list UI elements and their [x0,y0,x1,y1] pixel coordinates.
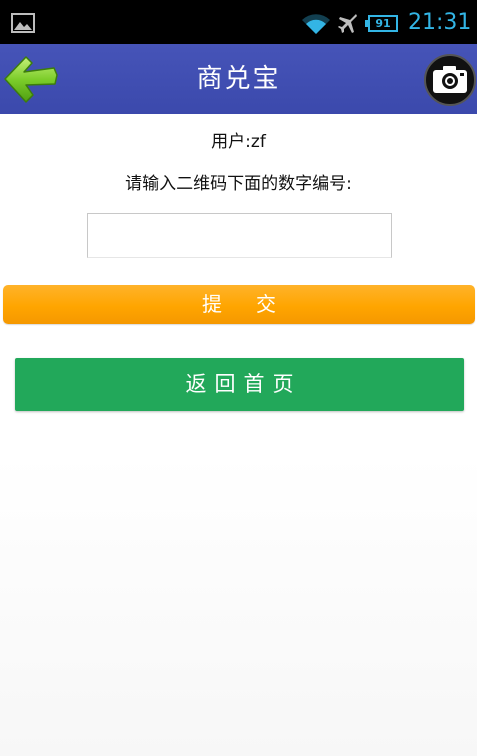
submit-button[interactable]: 提交 [3,285,475,324]
airplane-icon [338,14,357,33]
back-button[interactable] [2,51,60,107]
status-bar: 91 21:31 [0,0,477,44]
battery-icon: 91 [365,15,398,32]
code-number-input[interactable] [87,213,392,258]
user-label: 用户:zf [211,132,266,152]
return-home-button[interactable]: 返回首页 [15,358,464,411]
camera-button[interactable] [423,53,477,107]
green-left-arrow-icon [4,56,58,103]
wifi-icon [302,14,330,35]
code-prompt: 请输入二维码下面的数字编号: [125,174,352,194]
camera-icon [424,54,476,106]
screen: 91 21:31 商兑宝 用户:zf 请输入二维码下面的数字编号: 提交 返回首… [0,0,477,756]
title-bar: 商兑宝 [0,44,477,114]
page-title: 商兑宝 [196,64,281,94]
status-clock: 21:31 [408,10,472,35]
gallery-icon [11,13,35,33]
